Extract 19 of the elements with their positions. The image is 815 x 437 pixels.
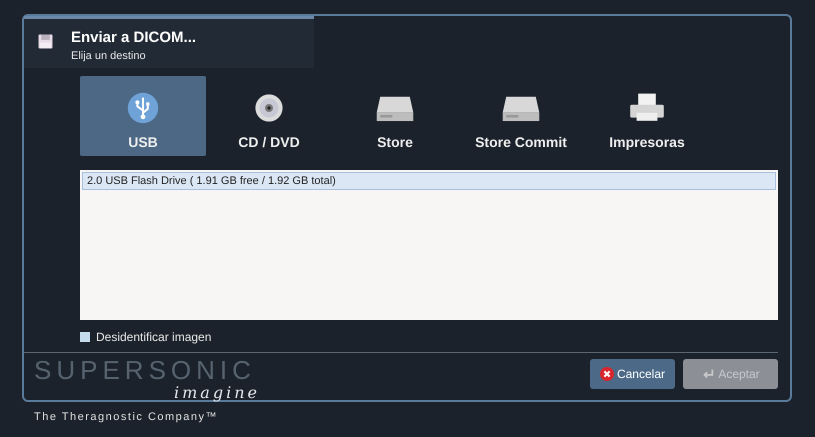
checkbox[interactable] — [80, 332, 90, 342]
device-list-item[interactable]: 2.0 USB Flash Drive ( 1.91 GB free / 1.92 GB total) — [82, 172, 776, 190]
logo-subline: imagine — [174, 384, 260, 402]
destination-tab[interactable]: USB — [80, 76, 206, 156]
dialog-subtitle: Elija un destino — [71, 50, 147, 62]
logo-wordmark: SUPERSONIC — [34, 356, 256, 384]
destination-tab[interactable]: Store Commit — [458, 76, 584, 156]
cancel-button[interactable]: Cancelar — [590, 359, 675, 389]
logo-tagline: The Theragnostic Company™ — [34, 410, 218, 424]
destination-tab[interactable]: CD / DVD — [206, 76, 332, 156]
close-icon — [600, 367, 614, 381]
usb-icon — [127, 92, 159, 124]
disc-icon — [253, 92, 285, 124]
destination-tab[interactable]: Impresoras — [584, 76, 710, 156]
dialog-title: Enviar a DICOM... — [71, 29, 196, 46]
destination-tab[interactable]: Store — [332, 76, 458, 156]
checkbox-label[interactable]: Desidentificar imagen — [96, 330, 212, 344]
enter-arrow-icon — [701, 367, 716, 381]
printer-icon — [627, 92, 667, 124]
